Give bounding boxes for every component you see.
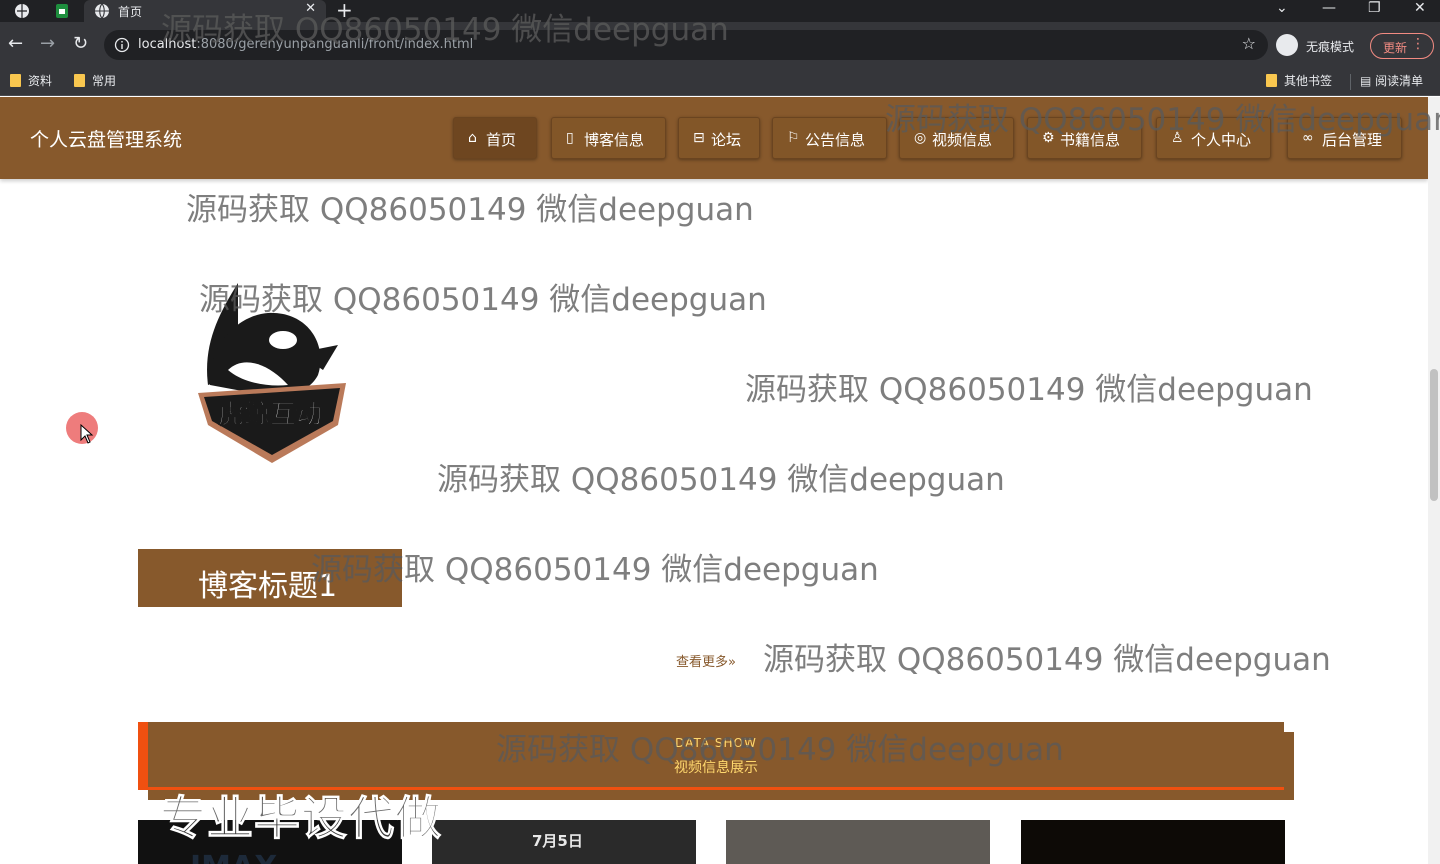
browser-tabstrip: 首页 ✕ + ⌄ — ❐ ✕ [0,0,1440,22]
bookmarks-bar: 资料 常用 其他书签 ▤ 阅读清单 [0,68,1440,96]
flag-icon: ⚐ [787,130,800,146]
band-front [138,722,1284,790]
video-thumb-3[interactable] [726,820,990,864]
more-link[interactable]: 查看更多» [676,651,736,670]
bookmark-separator [1350,74,1351,90]
nav-profile[interactable]: ♙ 个人中心 [1156,117,1271,159]
section-title-cn: 视频信息展示 [674,760,758,776]
reload-icon[interactable]: ↻ [73,34,88,54]
browser-globe-icon[interactable] [14,3,30,19]
video-icon: ◎ [914,130,927,146]
nav-home[interactable]: ⌂ 首页 [453,117,537,159]
video-thumb-2[interactable]: 7月5日 [432,820,696,864]
site-info-icon[interactable] [114,37,130,53]
address-bar[interactable]: localhost:8080/gerenyunpanguanli/front/i… [104,30,1268,60]
folder-icon [1266,74,1277,87]
page-viewport: 个人云盘管理系统 ⌂ 首页 ▯ 博客信息 ⊟ 论坛 ⚐ 公告信息 ◎ 视频信息 … [0,97,1440,864]
page-scrollbar[interactable] [1428,97,1440,864]
minimize-icon[interactable]: — [1322,0,1336,16]
watermark: 源码获取 QQ86050149 微信deepguan [763,642,1331,678]
globe-icon [95,3,109,19]
reading-list[interactable]: ▤ 阅读清单 [1360,72,1423,89]
incognito-label: 无痕模式 [1306,40,1355,54]
blog-icon: ▯ [566,130,574,146]
scrollbar-thumb[interactable] [1430,369,1438,501]
menu-dots-icon: ⋮ [1411,36,1425,52]
logo-text: 虎鲸互动 [218,399,322,430]
update-label: 更新 [1383,41,1408,55]
bookmark-folder-2[interactable]: 常用 [74,72,116,89]
folder-icon [10,74,21,87]
nav-forum[interactable]: ⊟ 论坛 [678,117,760,159]
reading-list-icon: ▤ [1360,74,1376,88]
watermark: 源码获取 QQ86050149 微信deepguan [437,462,1005,498]
bookmark-star-icon[interactable]: ☆ [1242,34,1256,53]
watermark: 源码获取 QQ86050149 微信deepguan [186,192,754,228]
update-button[interactable]: 更新 ⋮ [1370,33,1434,59]
forward-icon[interactable]: → [40,34,55,54]
back-icon[interactable]: ← [8,34,23,54]
orca-logo: 虎鲸互动 [198,283,346,463]
tab-search-icon[interactable]: ⌄ [1276,0,1288,16]
nav-video[interactable]: ◎ 视频信息 [899,117,1014,159]
video-thumb-4[interactable] [1021,820,1285,864]
thumb-caption: 7月5日 [532,832,583,850]
url-text[interactable]: localhost:8080/gerenyunpanguanli/front/i… [138,37,473,52]
restore-icon[interactable]: ❐ [1368,0,1381,16]
incognito-icon [1276,34,1298,56]
blog-title-banner[interactable]: 博客标题1 [138,549,402,607]
watermark-big: 专业毕设代做 [160,791,442,846]
folder-icon [74,74,85,87]
new-tab-icon[interactable]: + [336,0,353,22]
other-bookmarks[interactable]: 其他书签 [1266,72,1332,89]
nav-admin[interactable]: ∞ 后台管理 [1287,117,1402,159]
link-icon: ∞ [1302,130,1314,146]
tab-close-icon[interactable]: ✕ [305,1,316,16]
blog-title: 博客标题1 [198,569,338,604]
site-title: 个人云盘管理系统 [30,129,183,151]
site-header: 个人云盘管理系统 ⌂ 首页 ▯ 博客信息 ⊟ 论坛 ⚐ 公告信息 ◎ 视频信息 … [0,97,1428,179]
sheets-icon[interactable] [54,3,70,19]
nav-blog[interactable]: ▯ 博客信息 [551,117,666,159]
window-close-icon[interactable]: ✕ [1414,0,1426,16]
browser-toolbar: ← → ↻ localhost:8080/gerenyunpanguanli/f… [0,22,1440,68]
mouse-pointer-icon [80,424,94,444]
forum-icon: ⊟ [693,130,705,146]
thumb-caption: IMAX [190,850,277,864]
browser-tab-active[interactable]: 首页 ✕ [84,0,326,22]
home-icon: ⌂ [468,130,477,146]
nav-notice[interactable]: ⚐ 公告信息 [772,117,887,159]
watermark: 源码获取 QQ86050149 微信deepguan [745,372,1313,408]
tab-title: 首页 [118,5,143,19]
nav-books[interactable]: ⚙ 书籍信息 [1027,117,1142,159]
user-icon: ♙ [1171,130,1184,146]
section-subtitle-en: DATA SHOW [675,736,757,750]
book-icon: ⚙ [1042,130,1055,146]
bookmark-folder-1[interactable]: 资料 [10,72,52,89]
